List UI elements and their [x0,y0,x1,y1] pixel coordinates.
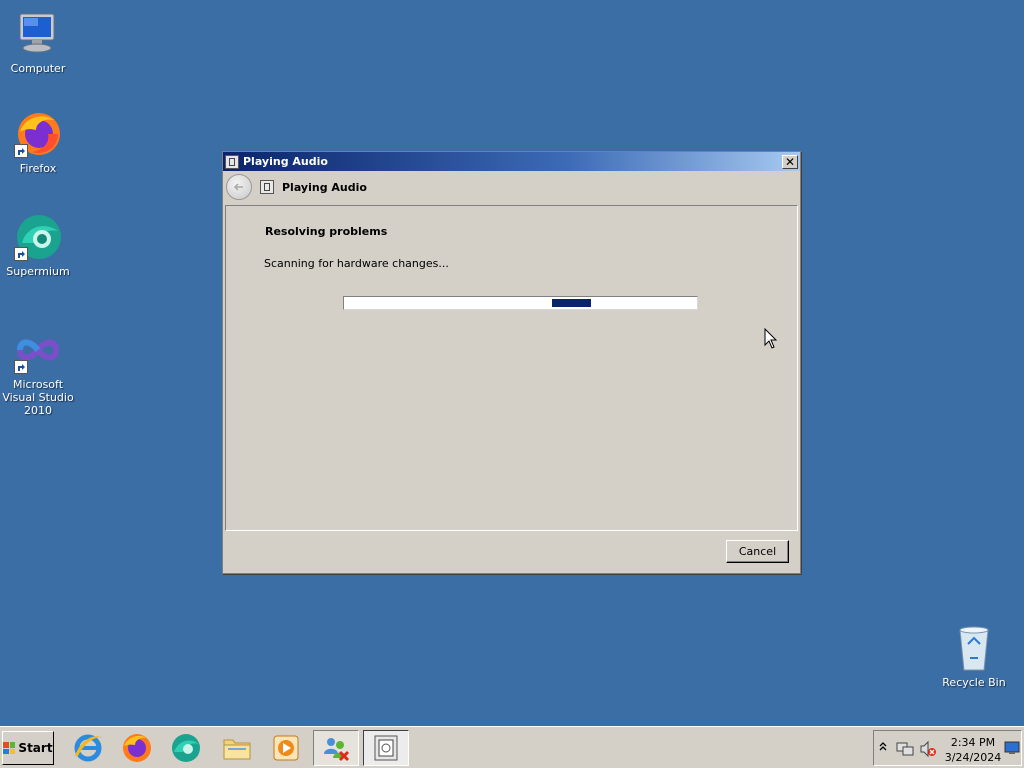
show-hidden-icons-button[interactable] [879,741,887,754]
recycle-bin-icon [950,624,998,672]
desktop-icon-computer[interactable]: Computer [0,10,76,75]
desktop-icon-firefox[interactable]: Firefox [0,110,76,175]
back-button[interactable] [226,174,252,200]
firefox-icon [14,110,62,158]
media-player-icon [273,735,299,761]
supermium-icon [14,213,62,261]
monitor-icon [1004,741,1020,754]
taskbar-internet-explorer[interactable] [65,730,111,766]
windows-logo-icon [3,742,16,754]
window-title: Playing Audio [243,155,328,168]
cancel-button[interactable]: Cancel [726,540,789,563]
shortcut-arrow-icon [14,360,28,374]
troubleshooter-icon [225,154,239,169]
playing-audio-dialog: Playing Audio ✕ Playing Audio Resolving … [222,151,801,574]
start-label: Start [18,741,53,755]
status-text: Scanning for hardware changes... [264,257,449,270]
close-button[interactable]: ✕ [782,154,798,169]
internet-explorer-icon [74,734,102,762]
chevron-up-icon [879,742,887,751]
network-people-icon [324,738,350,762]
taskbar-playing-audio[interactable] [363,730,409,766]
desktop-icon-visual-studio[interactable]: Microsoft Visual Studio 2010 [0,326,76,417]
progress-marquee [552,299,591,307]
folder-icon [223,739,251,760]
show-desktop-button[interactable] [1004,741,1020,758]
clock-time: 2:34 PM [950,736,996,749]
navigation-bar: Playing Audio [223,171,800,203]
computer-icon [14,10,62,58]
taskbar-file-explorer[interactable] [214,730,260,766]
troubleshooter-icon [374,735,398,761]
clock-date: 3/24/2024 [944,751,1002,764]
firefox-icon [123,734,151,762]
desktop-icon-recycle-bin[interactable]: Recycle Bin [936,624,1012,689]
troubleshooter-icon [260,180,274,194]
title-bar[interactable]: Playing Audio ✕ [223,152,800,171]
desktop-icon-label: Microsoft Visual Studio 2010 [2,378,74,417]
desktop-icon-label: Supermium [6,265,70,278]
page-heading: Resolving problems [265,225,388,238]
desktop-icon-label: Firefox [19,162,57,175]
clock[interactable]: 2:34 PM 3/24/2024 [940,735,1006,765]
wizard-title: Playing Audio [282,180,367,194]
system-tray: 2:34 PM 3/24/2024 [873,730,1022,766]
volume-muted-icon[interactable] [919,740,937,761]
taskbar: Start 2:34 PM 3/24/2024 [0,726,1024,768]
taskbar-network-people[interactable] [313,730,359,766]
shortcut-arrow-icon [14,247,28,261]
desktop-icon-label: Computer [10,62,66,75]
taskbar-firefox[interactable] [114,730,160,766]
progress-bar [343,296,698,310]
desktop-icon-supermium[interactable]: Supermium [0,213,76,278]
shortcut-arrow-icon [14,144,28,158]
desktop-icon-label: Recycle Bin [942,676,1006,689]
taskbar-supermium[interactable] [163,730,209,766]
mouse-cursor-icon [764,327,778,353]
network-icon[interactable] [896,740,914,761]
supermium-icon [172,734,200,762]
taskbar-media-player[interactable] [263,730,309,766]
start-button[interactable]: Start [2,731,54,765]
back-arrow-icon [233,183,243,191]
content-panel: Resolving problems Scanning for hardware… [225,205,798,531]
visual-studio-icon [14,326,62,374]
